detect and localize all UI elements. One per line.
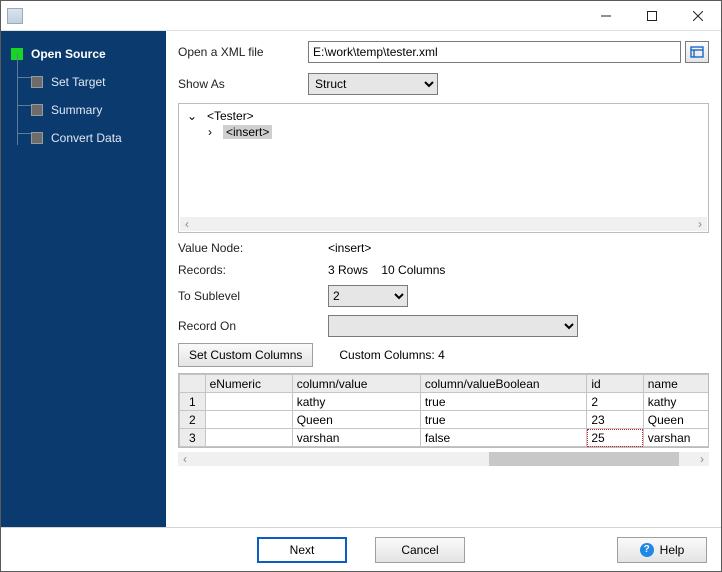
value-node-value: <insert>: [328, 241, 709, 255]
sidebar-item-label: Convert Data: [51, 131, 122, 145]
xml-tree-view[interactable]: ⌄ <Tester> › <insert> ‹ ›: [178, 103, 709, 233]
sidebar-item-label: Set Target: [51, 75, 105, 89]
scroll-right-icon[interactable]: ›: [695, 452, 709, 466]
step-marker-icon: [31, 132, 43, 144]
col-header[interactable]: column/valueBoolean: [420, 375, 587, 393]
tree-expand-icon[interactable]: ›: [203, 125, 217, 139]
row-header: 2: [180, 411, 206, 429]
set-custom-columns-button[interactable]: Set Custom Columns: [178, 343, 313, 367]
cell[interactable]: varshan: [643, 429, 709, 447]
help-label: Help: [660, 543, 685, 557]
record-on-label: Record On: [178, 319, 328, 333]
row-header: 3: [180, 429, 206, 447]
cell[interactable]: [205, 429, 292, 447]
browse-button[interactable]: [685, 41, 709, 63]
to-sublevel-select[interactable]: 2: [328, 285, 408, 307]
wizard-footer: Next Cancel ? Help: [1, 527, 721, 571]
cell[interactable]: varshan: [292, 429, 420, 447]
records-label: Records:: [178, 263, 328, 277]
next-button[interactable]: Next: [257, 537, 347, 563]
open-file-label: Open a XML file: [178, 45, 308, 59]
scroll-thumb[interactable]: [489, 452, 679, 466]
maximize-button[interactable]: [629, 1, 675, 31]
show-as-select[interactable]: Struct: [308, 73, 438, 95]
col-header[interactable]: id: [587, 375, 643, 393]
sidebar-item-open-source[interactable]: Open Source: [1, 43, 166, 65]
row-header: 1: [180, 393, 206, 411]
cell[interactable]: Queen: [292, 411, 420, 429]
cancel-button[interactable]: Cancel: [375, 537, 465, 563]
step-marker-icon: [11, 48, 23, 60]
scroll-left-icon[interactable]: ‹: [180, 217, 194, 231]
step-marker-icon: [31, 76, 43, 88]
records-cols: 10 Columns: [381, 263, 445, 277]
sidebar-item-set-target[interactable]: Set Target: [1, 71, 166, 93]
content-panel: Open a XML file Show As Struct ⌄ <Tester…: [166, 31, 721, 527]
cell[interactable]: [205, 411, 292, 429]
open-file-input[interactable]: [308, 41, 681, 63]
help-button[interactable]: ? Help: [617, 537, 707, 563]
custom-columns-label: Custom Columns: 4: [339, 348, 444, 362]
col-header[interactable]: column/value: [292, 375, 420, 393]
corner-header: [180, 375, 206, 393]
help-icon: ?: [640, 543, 654, 557]
minimize-button[interactable]: [583, 1, 629, 31]
close-button[interactable]: [675, 1, 721, 31]
scroll-right-icon[interactable]: ›: [693, 217, 707, 231]
cell[interactable]: true: [420, 393, 587, 411]
cell[interactable]: 23: [587, 411, 643, 429]
cell[interactable]: 2: [587, 393, 643, 411]
app-icon: [7, 8, 23, 24]
cell[interactable]: false: [420, 429, 587, 447]
cell[interactable]: 25: [587, 429, 643, 447]
tree-node-child[interactable]: <insert>: [223, 125, 272, 139]
table-row[interactable]: 2Queentrue23Queentrue29: [180, 411, 710, 429]
tree-h-scrollbar[interactable]: ‹ ›: [180, 217, 707, 231]
data-grid[interactable]: eNumeric column/value column/valueBoolea…: [178, 373, 709, 448]
sidebar-item-label: Summary: [51, 103, 102, 117]
table-row[interactable]: 1kathytrue2kathytrue2: [180, 393, 710, 411]
cell[interactable]: Queen: [643, 411, 709, 429]
cell[interactable]: true: [420, 411, 587, 429]
value-node-label: Value Node:: [178, 241, 328, 255]
tree-collapse-icon[interactable]: ⌄: [185, 109, 199, 123]
record-on-select[interactable]: [328, 315, 578, 337]
cell[interactable]: kathy: [292, 393, 420, 411]
sidebar-item-label: Open Source: [31, 47, 106, 61]
wizard-sidebar: Open Source Set Target Summary Convert D…: [1, 31, 166, 527]
step-marker-icon: [31, 104, 43, 116]
grid-h-scrollbar[interactable]: ‹ ›: [178, 452, 709, 466]
to-sublevel-label: To Sublevel: [178, 289, 328, 303]
col-header[interactable]: eNumeric: [205, 375, 292, 393]
sidebar-item-summary[interactable]: Summary: [1, 99, 166, 121]
tree-node-root[interactable]: <Tester>: [207, 109, 254, 123]
table-row[interactable]: 3varshanfalse25varshanfalse5: [180, 429, 710, 447]
col-header[interactable]: name: [643, 375, 709, 393]
sidebar-item-convert-data[interactable]: Convert Data: [1, 127, 166, 149]
scroll-left-icon[interactable]: ‹: [178, 452, 192, 466]
records-rows: 3 Rows: [328, 263, 368, 277]
cell[interactable]: kathy: [643, 393, 709, 411]
show-as-label: Show As: [178, 77, 308, 91]
titlebar: [1, 1, 721, 31]
cell[interactable]: [205, 393, 292, 411]
